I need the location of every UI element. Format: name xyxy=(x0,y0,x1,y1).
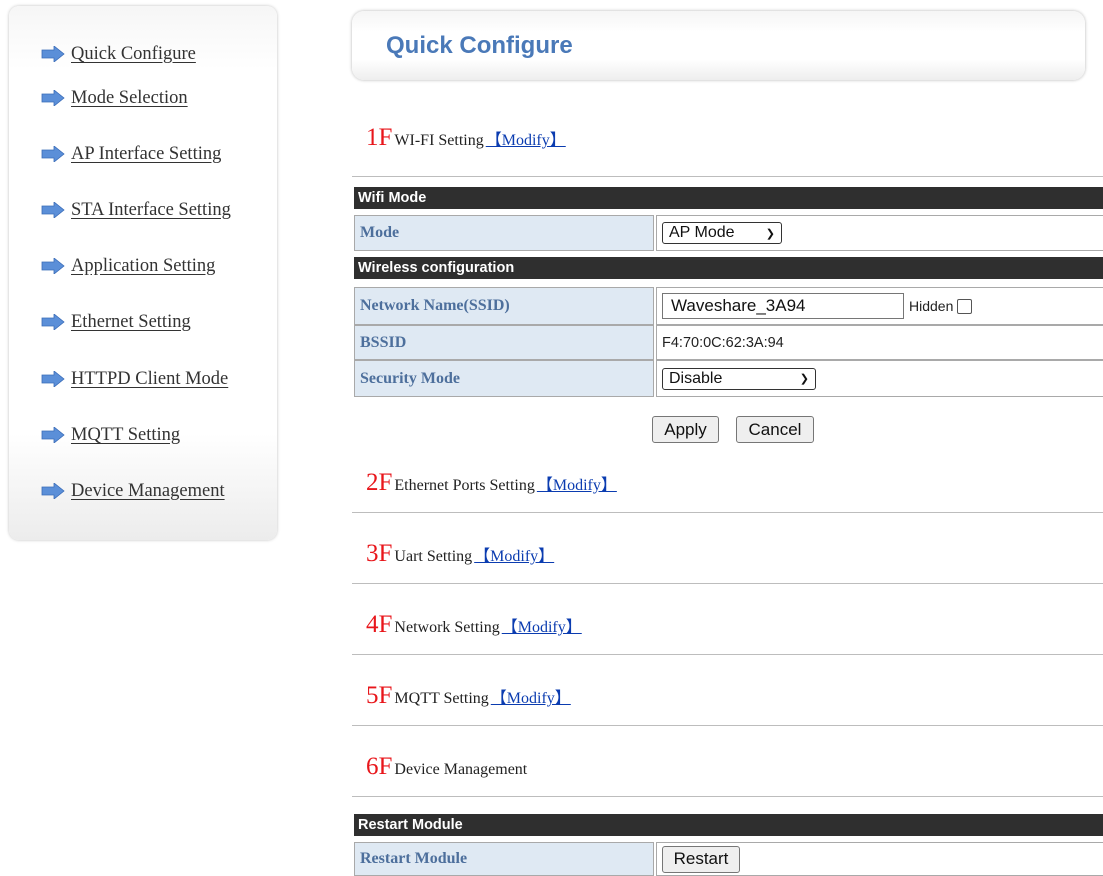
ssid-cell: Hidden xyxy=(656,287,1103,325)
mode-select[interactable]: AP Mode ❯ xyxy=(662,222,782,244)
cancel-button[interactable]: Cancel xyxy=(736,416,814,443)
section-header-restart-module: Restart Module xyxy=(354,814,1103,836)
arrow-right-icon xyxy=(41,46,65,62)
floor-number: 5F xyxy=(366,682,393,709)
sidebar-item-label: Quick Configure xyxy=(71,43,196,64)
floor-number: 6F xyxy=(366,753,393,780)
sidebar-item-label: STA Interface Setting xyxy=(71,199,231,220)
page-title: Quick Configure xyxy=(386,32,573,59)
sidebar-item-label: Mode Selection xyxy=(71,87,188,108)
arrow-right-icon xyxy=(41,314,65,330)
sidebar-item-label: Device Management xyxy=(71,480,225,501)
divider xyxy=(352,583,1103,584)
divider xyxy=(352,654,1103,655)
table-row-bssid: BSSID F4:70:0C:62:3A:94 xyxy=(354,325,1103,360)
sidebar-item-label: Application Setting xyxy=(71,255,216,276)
ssid-input[interactable] xyxy=(662,293,904,319)
floor-number: 4F xyxy=(366,611,393,638)
floor-device-management: 6F Device Management xyxy=(366,753,527,781)
hidden-label: Hidden xyxy=(909,298,954,314)
floor-mqtt-setting: 5F MQTT Setting 【Modify】 xyxy=(366,682,571,710)
sidebar-item-ap-interface-setting[interactable]: AP Interface Setting xyxy=(41,142,221,166)
chevron-down-icon: ❯ xyxy=(765,227,775,240)
floor-number: 1F xyxy=(366,124,393,151)
restart-cell: Restart xyxy=(656,842,1103,876)
divider xyxy=(352,176,1103,177)
security-mode-label: Security Mode xyxy=(354,360,654,397)
modify-link[interactable]: 【Modify】 xyxy=(502,613,582,637)
floor-title: WI-FI Setting xyxy=(394,132,484,149)
sidebar-item-ethernet-setting[interactable]: Ethernet Setting xyxy=(41,310,191,334)
mode-select-value: AP Mode xyxy=(669,224,735,241)
sidebar-item-label: HTTPD Client Mode xyxy=(71,368,229,389)
page-header: Quick Configure xyxy=(352,11,1085,80)
modify-link[interactable]: 【Modify】 xyxy=(537,471,617,495)
arrow-right-icon xyxy=(41,146,65,162)
floor-title: Ethernet Ports Setting xyxy=(394,477,535,494)
bssid-label: BSSID xyxy=(354,325,654,360)
arrow-right-icon xyxy=(41,371,65,387)
sidebar-item-device-management[interactable]: Device Management xyxy=(41,479,225,503)
arrow-right-icon xyxy=(41,427,65,443)
mode-label: Mode xyxy=(354,215,654,251)
sidebar: Quick Configure Mode Selection AP Interf… xyxy=(9,6,277,540)
section-header-wifi-mode: Wifi Mode xyxy=(354,187,1103,209)
security-mode-select-value: Disable xyxy=(669,369,723,387)
sidebar-item-quick-configure[interactable]: Quick Configure xyxy=(41,42,196,66)
floor-title: Uart Setting xyxy=(394,548,473,565)
bssid-value: F4:70:0C:62:3A:94 xyxy=(656,325,1103,360)
floor-uart-setting: 3F Uart Setting 【Modify】 xyxy=(366,540,554,568)
floor-number: 2F xyxy=(366,469,393,496)
arrow-right-icon xyxy=(41,258,65,274)
arrow-right-icon xyxy=(41,483,65,499)
arrow-right-icon xyxy=(41,90,65,106)
chevron-down-icon: ❯ xyxy=(799,373,809,385)
apply-button[interactable]: Apply xyxy=(652,416,719,443)
sidebar-item-sta-interface-setting[interactable]: STA Interface Setting xyxy=(41,198,231,222)
sidebar-item-application-setting[interactable]: Application Setting xyxy=(41,254,215,278)
security-mode-select[interactable]: Disable ❯ xyxy=(662,367,816,390)
table-row-security-mode: Security Mode Disable ❯ xyxy=(354,360,1103,397)
sidebar-item-label: MQTT Setting xyxy=(71,424,181,445)
floor-network-setting: 4F Network Setting 【Modify】 xyxy=(366,611,582,639)
security-mode-cell: Disable ❯ xyxy=(656,360,1103,397)
section-header-wireless-config: Wireless configuration xyxy=(354,257,1103,279)
floor-number: 3F xyxy=(366,540,393,567)
sidebar-item-mqtt-setting[interactable]: MQTT Setting xyxy=(41,423,180,447)
restart-module-label: Restart Module xyxy=(354,842,654,876)
sidebar-item-label: Ethernet Setting xyxy=(71,311,191,332)
divider xyxy=(352,512,1103,513)
modify-link[interactable]: 【Modify】 xyxy=(474,542,554,566)
sidebar-item-mode-selection[interactable]: Mode Selection xyxy=(41,86,188,110)
floor-ethernet-ports-setting: 2F Ethernet Ports Setting 【Modify】 xyxy=(366,469,617,497)
floor-title: MQTT Setting xyxy=(394,690,489,707)
arrow-right-icon xyxy=(41,202,65,218)
floor-title: Device Management xyxy=(394,761,528,778)
modify-link[interactable]: 【Modify】 xyxy=(486,126,566,150)
mode-cell: AP Mode ❯ xyxy=(656,215,1103,251)
modify-link[interactable]: 【Modify】 xyxy=(491,684,571,708)
sidebar-item-label: AP Interface Setting xyxy=(71,143,222,164)
divider xyxy=(352,725,1103,726)
floor-title: Network Setting xyxy=(394,619,500,636)
hidden-checkbox[interactable] xyxy=(957,298,973,314)
ssid-label: Network Name(SSID) xyxy=(354,287,654,325)
sidebar-item-httpd-client-mode[interactable]: HTTPD Client Mode xyxy=(41,367,228,391)
restart-button[interactable]: Restart xyxy=(662,845,740,873)
table-row-mode: Mode AP Mode ❯ xyxy=(354,215,1103,251)
table-row-ssid: Network Name(SSID) Hidden xyxy=(354,287,1103,325)
divider xyxy=(352,796,1103,797)
floor-wifi-setting: 1F WI-FI Setting 【Modify】 xyxy=(366,124,566,152)
table-row-restart: Restart Module Restart xyxy=(354,842,1103,876)
